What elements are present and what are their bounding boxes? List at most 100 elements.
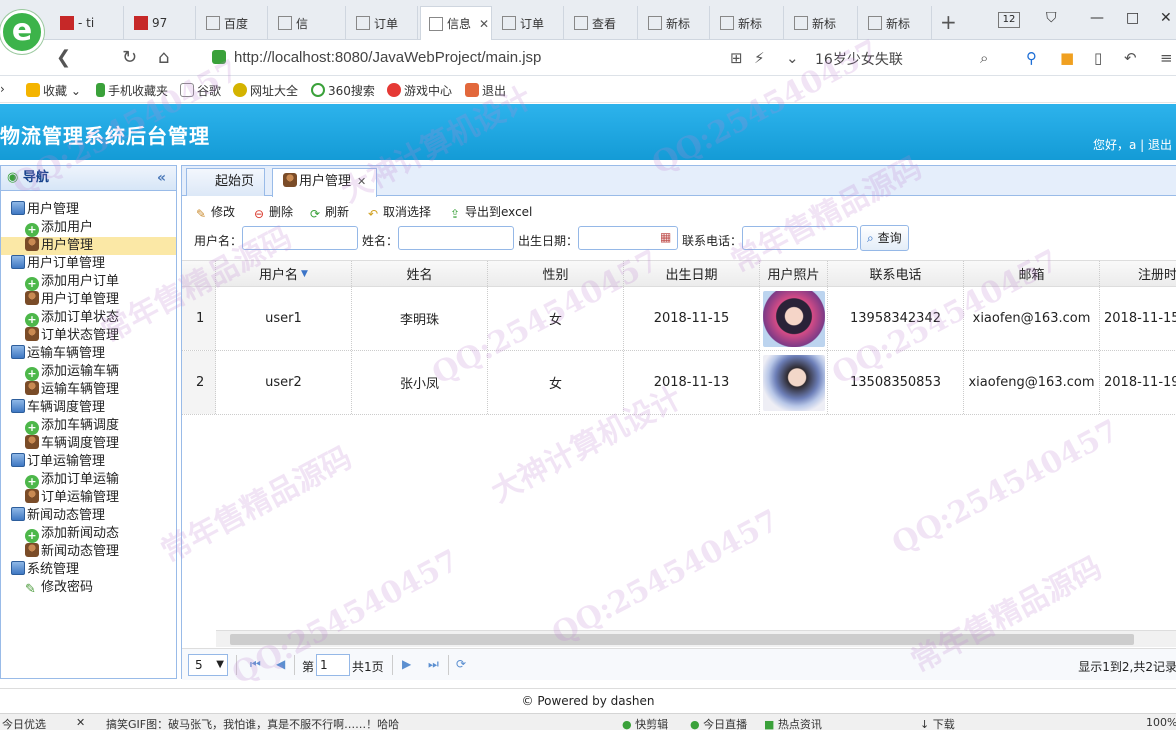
lightning-icon[interactable]: ⚡	[754, 49, 765, 67]
phone-input[interactable]	[742, 226, 858, 250]
column-header[interactable]: 用户照片	[760, 261, 828, 286]
sidebar-item[interactable]: ✎ 修改密码	[1, 579, 176, 597]
sidebar-item[interactable]: 车辆调度管理	[1, 435, 176, 453]
table-row[interactable]: 1 user1 李明珠女 2018-11-15 13958342342 xiaofen@1…	[182, 287, 1176, 351]
home-icon[interactable]: ⌂	[158, 47, 169, 68]
refresh-button[interactable]: ⟳ 刷新	[308, 203, 349, 221]
sidebar-group[interactable]: 运输车辆管理	[1, 345, 176, 363]
sidebar-group[interactable]: 订单运输管理	[1, 453, 176, 471]
search-suggestion[interactable]: 16岁少女失联	[815, 49, 903, 69]
user-greeting[interactable]: 您好，a | 退出	[1093, 136, 1172, 153]
horizontal-scrollbar[interactable]	[216, 630, 1176, 647]
apps-icon[interactable]: ■	[1060, 49, 1074, 67]
menu-icon[interactable]: ≡	[1160, 49, 1173, 67]
column-header[interactable]: 出生日期	[624, 261, 760, 286]
browser-tab[interactable]: - ti	[52, 6, 124, 40]
grid-icon[interactable]: ⊞	[730, 49, 743, 67]
close-window-icon[interactable]: ✕	[1160, 10, 1172, 26]
query-button[interactable]: ⌕ 查询	[860, 225, 909, 251]
browser-tab[interactable]: 百度	[198, 6, 268, 40]
status-item-news[interactable]: ■ 热点资讯	[764, 716, 822, 730]
chevron-down-icon[interactable]: ⌄	[786, 49, 799, 67]
sidebar-item[interactable]: 订单状态管理	[1, 327, 176, 345]
browser-tab[interactable]: 订单	[494, 6, 564, 40]
sidebar-item[interactable]: + 添加新闻动态	[1, 525, 176, 543]
sidebar-item[interactable]: 用户管理	[1, 237, 176, 255]
sidebar-group[interactable]: 新闻动态管理	[1, 507, 176, 525]
sidebar-item[interactable]: 运输车辆管理	[1, 381, 176, 399]
sidebar-item[interactable]: 订单运输管理	[1, 489, 176, 507]
close-icon[interactable]: ✕	[357, 175, 366, 188]
bookmark-google[interactable]: 谷歌	[180, 82, 221, 99]
edit-button[interactable]: ✎ 修改	[194, 203, 235, 221]
export-excel-button[interactable]: ⇪ 导出到excel	[448, 203, 532, 221]
name-input[interactable]	[398, 226, 514, 250]
browser-tab[interactable]: 97	[126, 6, 196, 40]
search-icon[interactable]: ⌕	[980, 49, 988, 67]
page-number-input[interactable]: 1	[316, 654, 350, 676]
bookmark-mobile[interactable]: 手机收藏夹	[96, 82, 168, 99]
back-icon[interactable]: ❮	[56, 47, 71, 68]
column-header[interactable]: 注册时	[1100, 261, 1176, 286]
sidebar-item[interactable]: + 添加订单运输	[1, 471, 176, 489]
column-header[interactable]: 邮箱	[964, 261, 1100, 286]
next-page-icon[interactable]: ▶	[402, 657, 411, 671]
chevron-right-icon[interactable]: ›	[0, 82, 5, 96]
bookmark-games[interactable]: 游戏中心	[387, 82, 452, 99]
tab-count-badge[interactable]: 12	[998, 12, 1020, 28]
sidebar-item[interactable]: + 添加车辆调度	[1, 417, 176, 435]
collapse-icon[interactable]: «	[157, 166, 166, 190]
sidebar-item[interactable]: 新闻动态管理	[1, 543, 176, 561]
scroll-thumb[interactable]	[230, 634, 1134, 645]
status-item-live[interactable]: ● 今日直播	[690, 716, 747, 730]
zoom-level[interactable]: 100%	[1146, 716, 1176, 729]
column-header[interactable]: 用户名 ▼	[216, 261, 352, 286]
sidebar-group[interactable]: 车辆调度管理	[1, 399, 176, 417]
status-left[interactable]: 今日优选	[2, 716, 46, 730]
sidebar-group[interactable]: 系统管理	[1, 561, 176, 579]
bookmark-exit[interactable]: 退出	[465, 82, 506, 99]
bookmark-favorites[interactable]: 收藏 ⌄	[26, 82, 81, 99]
status-item-download[interactable]: ↓ 下载	[920, 716, 955, 730]
sidebar-group[interactable]: 用户订单管理	[1, 255, 176, 273]
new-tab-icon[interactable]: +	[940, 10, 957, 34]
bookmark-360search[interactable]: 360搜索	[311, 82, 375, 99]
maximize-icon[interactable]: □	[1126, 10, 1139, 26]
news-ticker[interactable]: 搞笑GIF图：破马张飞，我怕谁，真是不服不行啊……！哈哈	[106, 716, 399, 730]
browser-tab[interactable]: 新标	[640, 6, 710, 40]
search-icon[interactable]: ⚲	[1026, 49, 1037, 67]
sidebar-item[interactable]: + 添加运输车辆	[1, 363, 176, 381]
tab-user-management[interactable]: 用户管理 ✕	[272, 168, 378, 197]
browser-tab[interactable]: 订单	[348, 6, 418, 40]
browser-tab[interactable]: 新标	[712, 6, 784, 40]
browser-tab[interactable]: 信息 ✕	[420, 6, 492, 40]
page-size-select[interactable]: 5 ▼	[188, 654, 228, 676]
sidebar-item[interactable]: 用户订单管理	[1, 291, 176, 309]
reload-icon[interactable]: ⟳	[456, 657, 466, 671]
column-header[interactable]: 姓名	[352, 261, 488, 286]
username-input[interactable]	[242, 226, 358, 250]
cancel-selection-button[interactable]: ↶ 取消选择	[366, 203, 431, 221]
last-page-icon[interactable]: ⏭	[428, 657, 439, 672]
undo-icon[interactable]: ↶	[1124, 49, 1137, 67]
browser-tab[interactable]: 信	[270, 6, 346, 40]
close-tab-icon[interactable]: ✕	[479, 17, 489, 31]
browser-tab[interactable]: 新标	[786, 6, 858, 40]
tab-home[interactable]: 起始页	[186, 168, 266, 196]
minimize-icon[interactable]: —	[1090, 10, 1104, 26]
reload-icon[interactable]: ↻	[122, 47, 137, 68]
status-item-clip[interactable]: ● 快剪辑	[622, 716, 668, 730]
sort-desc-icon[interactable]: ▼	[301, 269, 308, 279]
browser-tab[interactable]: 查看	[566, 6, 638, 40]
url-input[interactable]: http://localhost:8080/JavaWebProject/mai…	[212, 46, 772, 70]
shirt-icon[interactable]: ⛉	[1046, 10, 1057, 26]
sidebar-item[interactable]: + 添加订单状态	[1, 309, 176, 327]
first-page-icon[interactable]: ⏮	[250, 657, 261, 672]
browser-tab[interactable]: 新标	[860, 6, 932, 40]
sidebar-item[interactable]: + 添加用户	[1, 219, 176, 237]
prev-page-icon[interactable]: ◀	[276, 657, 285, 671]
calendar-icon[interactable]: ▦	[660, 230, 671, 244]
table-row[interactable]: 2 user2 张小凤女 2018-11-13 13508350853 xiaofeng@…	[182, 351, 1176, 415]
sidebar-group[interactable]: 用户管理	[1, 201, 176, 219]
column-header[interactable]: 性别	[488, 261, 624, 286]
